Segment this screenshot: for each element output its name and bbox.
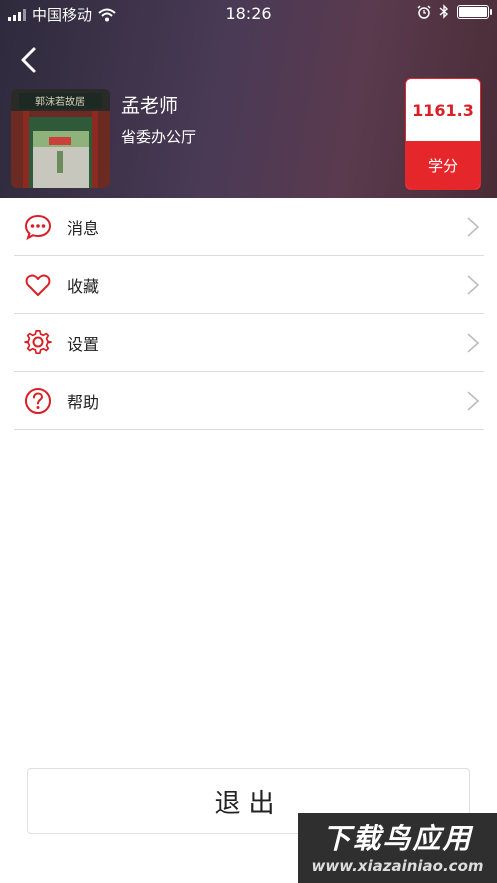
avatar[interactable]: 郭沫若故居	[11, 89, 110, 188]
watermark-url: www.xiazainiao.com	[311, 857, 484, 875]
chevron-right-icon	[467, 333, 480, 353]
score-card[interactable]: 1161.3 学分	[405, 78, 481, 190]
profile-header: 中国移动 18:26 郭沫若故居 孟老师 省委办公厅 1161.3 学分	[0, 0, 497, 198]
menu-item-label: 收藏	[67, 277, 100, 296]
user-name: 孟老师	[121, 95, 179, 117]
gear-icon	[24, 330, 52, 355]
menu-item-favorites[interactable]: 收藏	[14, 256, 484, 314]
chevron-right-icon	[467, 275, 480, 295]
help-icon	[25, 388, 51, 414]
status-bar: 中国移动 18:26	[0, 0, 497, 28]
menu-item-message[interactable]: 消息	[14, 198, 484, 256]
bluetooth-icon	[439, 4, 449, 19]
score-value: 1161.3	[412, 100, 474, 120]
chevron-right-icon	[467, 391, 480, 411]
svg-text:郭沫若故居: 郭沫若故居	[35, 95, 85, 108]
menu-item-label: 设置	[67, 335, 100, 354]
user-department: 省委办公厅	[121, 128, 197, 146]
back-icon[interactable]	[14, 45, 44, 75]
watermark: 下载鸟应用 www.xiazainiao.com	[298, 813, 497, 883]
menu-item-settings[interactable]: 设置	[14, 314, 484, 372]
battery-icon	[457, 4, 492, 19]
menu-item-label: 消息	[67, 219, 100, 238]
message-icon	[24, 214, 52, 241]
watermark-title: 下载鸟应用	[322, 822, 473, 855]
menu-item-label: 帮助	[67, 393, 100, 412]
alarm-icon	[417, 4, 431, 19]
score-label: 学分	[406, 141, 480, 189]
chevron-right-icon	[467, 217, 480, 237]
menu-item-help[interactable]: 帮助	[14, 372, 484, 430]
menu-list: 消息 收藏 设置 帮助	[14, 198, 484, 430]
heart-icon	[25, 274, 51, 296]
